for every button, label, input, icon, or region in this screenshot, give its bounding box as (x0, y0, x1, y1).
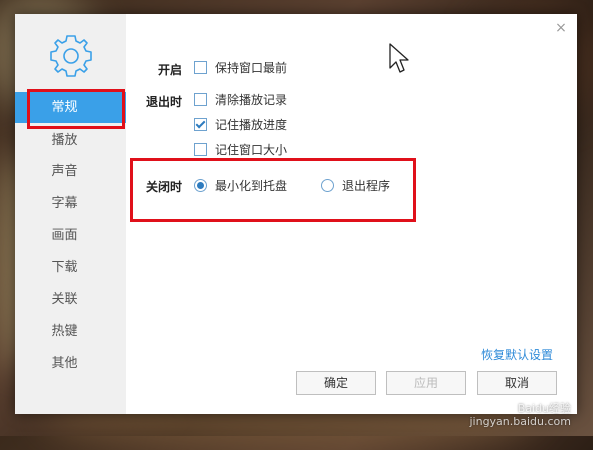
checkbox-box[interactable] (194, 93, 207, 106)
sidebar-item-label: 下载 (51, 260, 78, 275)
ok-button[interactable]: 确定 (296, 371, 376, 395)
mouse-cursor-icon (389, 43, 409, 73)
apply-button[interactable]: 应用 (386, 371, 466, 395)
checkbox-box[interactable] (194, 143, 207, 156)
checkbox-label: 记住播放进度 (215, 118, 288, 132)
remember-progress-checkbox[interactable]: 记住播放进度 (194, 117, 287, 133)
sidebar-item-label: 其他 (51, 356, 78, 371)
watermark: Baidu经验 jingyan.baidu.com (469, 402, 571, 428)
startup-section-label: 开启 (158, 63, 183, 77)
sidebar-item-association[interactable]: 关联 (15, 284, 126, 315)
sidebar-item-playback[interactable]: 播放 (15, 125, 126, 156)
checkbox-box[interactable] (194, 61, 207, 74)
sidebar-item-label: 画面 (51, 228, 78, 243)
on-exit-section-label: 退出时 (146, 95, 183, 109)
checkbox-box-checked[interactable] (194, 118, 207, 131)
gear-icon (50, 35, 92, 77)
highlight-box-on-close (130, 158, 416, 222)
keep-on-top-checkbox[interactable]: 保持窗口最前 (194, 60, 287, 76)
cancel-button[interactable]: 取消 (477, 371, 557, 395)
close-button[interactable]: × (553, 20, 569, 36)
sidebar-item-label: 热键 (51, 324, 78, 339)
sidebar-item-download[interactable]: 下载 (15, 252, 126, 283)
sidebar-item-other[interactable]: 其他 (15, 348, 126, 379)
sidebar-item-picture[interactable]: 画面 (15, 220, 126, 251)
sidebar-item-hotkeys[interactable]: 热键 (15, 316, 126, 347)
checkbox-label: 保持窗口最前 (215, 61, 288, 75)
settings-sidebar: 常规 播放 声音 字幕 画面 下载 关联 热键 其他 (15, 14, 126, 414)
checkbox-label: 记住窗口大小 (215, 143, 288, 157)
sidebar-item-subtitles[interactable]: 字幕 (15, 188, 126, 219)
watermark-line1: Baidu经验 (517, 402, 571, 415)
sidebar-item-label: 字幕 (51, 196, 78, 211)
watermark-line2: jingyan.baidu.com (469, 415, 571, 428)
sidebar-item-label: 关联 (51, 292, 78, 307)
remember-window-size-checkbox[interactable]: 记住窗口大小 (194, 142, 287, 158)
restore-defaults-link[interactable]: 恢复默认设置 (481, 346, 553, 363)
sidebar-item-sound[interactable]: 声音 (15, 156, 126, 187)
highlight-box-general (27, 89, 125, 129)
sidebar-item-label: 声音 (51, 164, 78, 179)
checkbox-label: 清除播放记录 (215, 93, 288, 107)
sidebar-item-label: 播放 (51, 133, 78, 148)
clear-history-checkbox[interactable]: 清除播放记录 (194, 92, 287, 108)
